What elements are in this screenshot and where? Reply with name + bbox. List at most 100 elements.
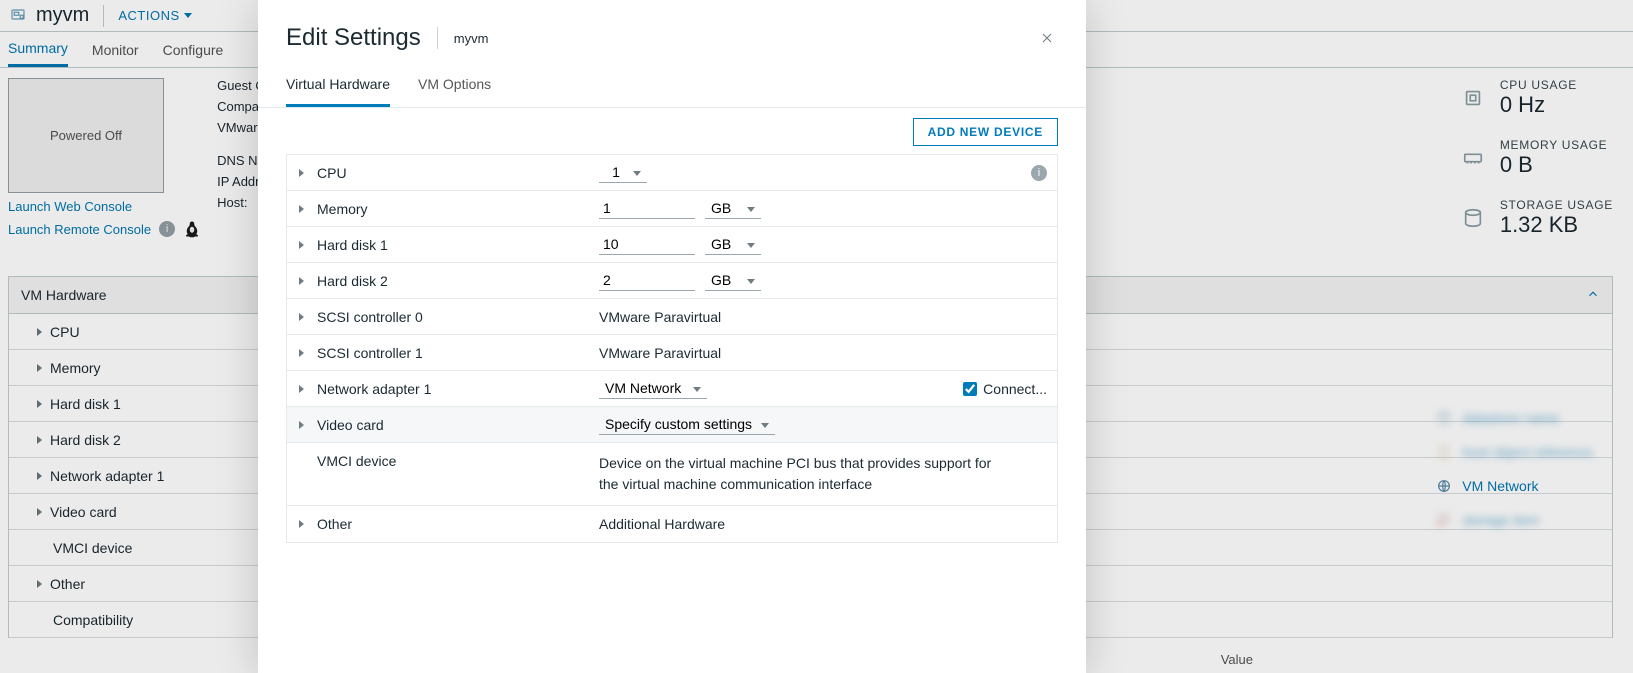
storage-usage-value: 1.32 KB — [1500, 212, 1613, 238]
hd2-size-input[interactable] — [599, 270, 695, 291]
expand-icon[interactable] — [297, 421, 305, 429]
other-label: Other — [317, 516, 587, 532]
chevron-right-icon — [37, 364, 42, 372]
expand-icon[interactable] — [297, 313, 305, 321]
cpu-usage-label: CPU USAGE — [1500, 78, 1577, 92]
dialog-tabs: Virtual Hardware VM Options — [258, 66, 1086, 108]
edit-settings-dialog: Edit Settings myvm Virtual Hardware VM O… — [258, 0, 1086, 673]
hw-row-label: Other — [50, 576, 85, 592]
video-settings-select[interactable]: Specify custom settings — [599, 414, 775, 435]
add-new-device-button[interactable]: ADD NEW DEVICE — [913, 118, 1058, 146]
expand-icon[interactable] — [297, 277, 305, 285]
tab-vm-options[interactable]: VM Options — [418, 66, 491, 107]
memory-input[interactable] — [599, 198, 695, 219]
hw-row-label: Network adapter 1 — [50, 468, 164, 484]
expand-icon[interactable] — [297, 520, 305, 528]
dialog-subtitle: myvm — [454, 31, 489, 46]
linux-icon — [183, 220, 201, 238]
network-icon — [1436, 478, 1452, 494]
row-video-card: Video card Specify custom settings — [287, 407, 1057, 443]
row-vmci-device: VMCI device Device on the virtual machin… — [287, 443, 1057, 506]
expand-icon[interactable] — [297, 169, 305, 177]
memory-unit-select[interactable]: GB — [705, 198, 761, 219]
console-thumbnail[interactable]: Powered Off — [8, 78, 164, 193]
hw-row-label: VMCI device — [53, 540, 132, 556]
row-hard-disk-2: Hard disk 2 GB — [287, 263, 1057, 299]
related-objects: datastore name host object reference VM … — [1436, 410, 1593, 528]
datastore-icon — [1436, 410, 1452, 426]
hw-row-label: Compatibility — [53, 612, 133, 628]
hd2-unit-select[interactable]: GB — [705, 270, 761, 291]
row-cpu: CPU 1 i — [287, 155, 1057, 191]
memory-usage-label: MEMORY USAGE — [1500, 138, 1608, 152]
info-icon[interactable]: i — [159, 221, 175, 237]
tab-monitor[interactable]: Monitor — [92, 34, 139, 66]
network-select[interactable]: VM Network — [599, 378, 707, 399]
dialog-title: Edit Settings — [286, 24, 421, 52]
other-value: Additional Hardware — [599, 516, 1047, 532]
row-memory: Memory GB — [287, 191, 1057, 227]
settings-table: CPU 1 i Memory GB Hard disk 1 G — [286, 154, 1058, 543]
expand-icon[interactable] — [297, 241, 305, 249]
expand-icon[interactable] — [297, 349, 305, 357]
storage-usage-label: STORAGE USAGE — [1500, 198, 1613, 212]
hw-row-label: CPU — [50, 324, 80, 340]
tab-virtual-hardware[interactable]: Virtual Hardware — [286, 66, 390, 107]
related-host[interactable]: host object reference — [1436, 444, 1593, 460]
hd2-label: Hard disk 2 — [317, 273, 587, 289]
collapse-icon[interactable] — [1586, 287, 1600, 304]
row-scsi-0: SCSI controller 0 VMware Paravirtual — [287, 299, 1057, 335]
chevron-down-icon — [184, 13, 192, 18]
cpu-usage-value: 0 Hz — [1500, 92, 1577, 118]
scsi1-value: VMware Paravirtual — [599, 345, 1047, 361]
hd1-unit-select[interactable]: GB — [705, 234, 761, 255]
chevron-right-icon — [37, 508, 42, 516]
launch-web-console-link[interactable]: Launch Web Console — [8, 199, 201, 214]
vm-icon — [8, 6, 28, 26]
host-warning-icon — [1436, 444, 1452, 460]
video-label: Video card — [317, 417, 587, 433]
row-hard-disk-1: Hard disk 1 GB — [287, 227, 1057, 263]
related-network[interactable]: VM Network — [1436, 478, 1593, 494]
chevron-right-icon — [37, 436, 42, 444]
hd1-size-input[interactable] — [599, 234, 695, 255]
memory-label: Memory — [317, 201, 587, 217]
usage-panel: CPU USAGE 0 Hz MEMORY USAGE 0 B STORAGE … — [1462, 78, 1613, 238]
info-icon[interactable]: i — [1031, 165, 1047, 181]
net1-label: Network adapter 1 — [317, 381, 587, 397]
chevron-right-icon — [37, 580, 42, 588]
hw-row-label: Hard disk 1 — [50, 396, 121, 412]
cpu-usage-icon — [1462, 87, 1484, 109]
close-button[interactable] — [1036, 27, 1058, 49]
row-other: Other Additional Hardware — [287, 506, 1057, 542]
related-datastore[interactable]: datastore name — [1436, 410, 1593, 426]
memory-usage-value: 0 B — [1500, 152, 1608, 178]
vm-hardware-title: VM Hardware — [21, 287, 107, 303]
actions-menu[interactable]: ACTIONS — [118, 8, 191, 23]
tab-summary[interactable]: Summary — [8, 32, 68, 67]
row-network-adapter-1: Network adapter 1 VM Network Connect... — [287, 371, 1057, 407]
power-state: Powered Off — [50, 128, 122, 143]
vmci-description: Device on the virtual machine PCI bus th… — [599, 453, 999, 495]
expand-icon[interactable] — [297, 205, 305, 213]
related-storage[interactable]: storage item — [1436, 512, 1593, 528]
vm-name: myvm — [36, 4, 89, 27]
launch-remote-console-link[interactable]: Launch Remote Console — [8, 222, 151, 237]
chevron-right-icon — [37, 472, 42, 480]
storage-alert-icon — [1436, 512, 1452, 528]
expand-icon[interactable] — [297, 385, 305, 393]
cpu-select[interactable]: 1 — [599, 162, 647, 183]
connect-label: Connect... — [983, 381, 1047, 397]
memory-usage-icon — [1462, 147, 1484, 169]
tab-configure[interactable]: Configure — [163, 34, 224, 66]
scsi0-value: VMware Paravirtual — [599, 309, 1047, 325]
scsi0-label: SCSI controller 0 — [317, 309, 587, 325]
hw-row-label: Hard disk 2 — [50, 432, 121, 448]
scsi1-label: SCSI controller 1 — [317, 345, 587, 361]
cpu-label: CPU — [317, 165, 587, 181]
divider — [103, 5, 104, 27]
related-network-label: VM Network — [1462, 478, 1538, 494]
connect-checkbox[interactable] — [963, 382, 977, 396]
storage-usage-icon — [1462, 207, 1484, 229]
hd1-label: Hard disk 1 — [317, 237, 587, 253]
